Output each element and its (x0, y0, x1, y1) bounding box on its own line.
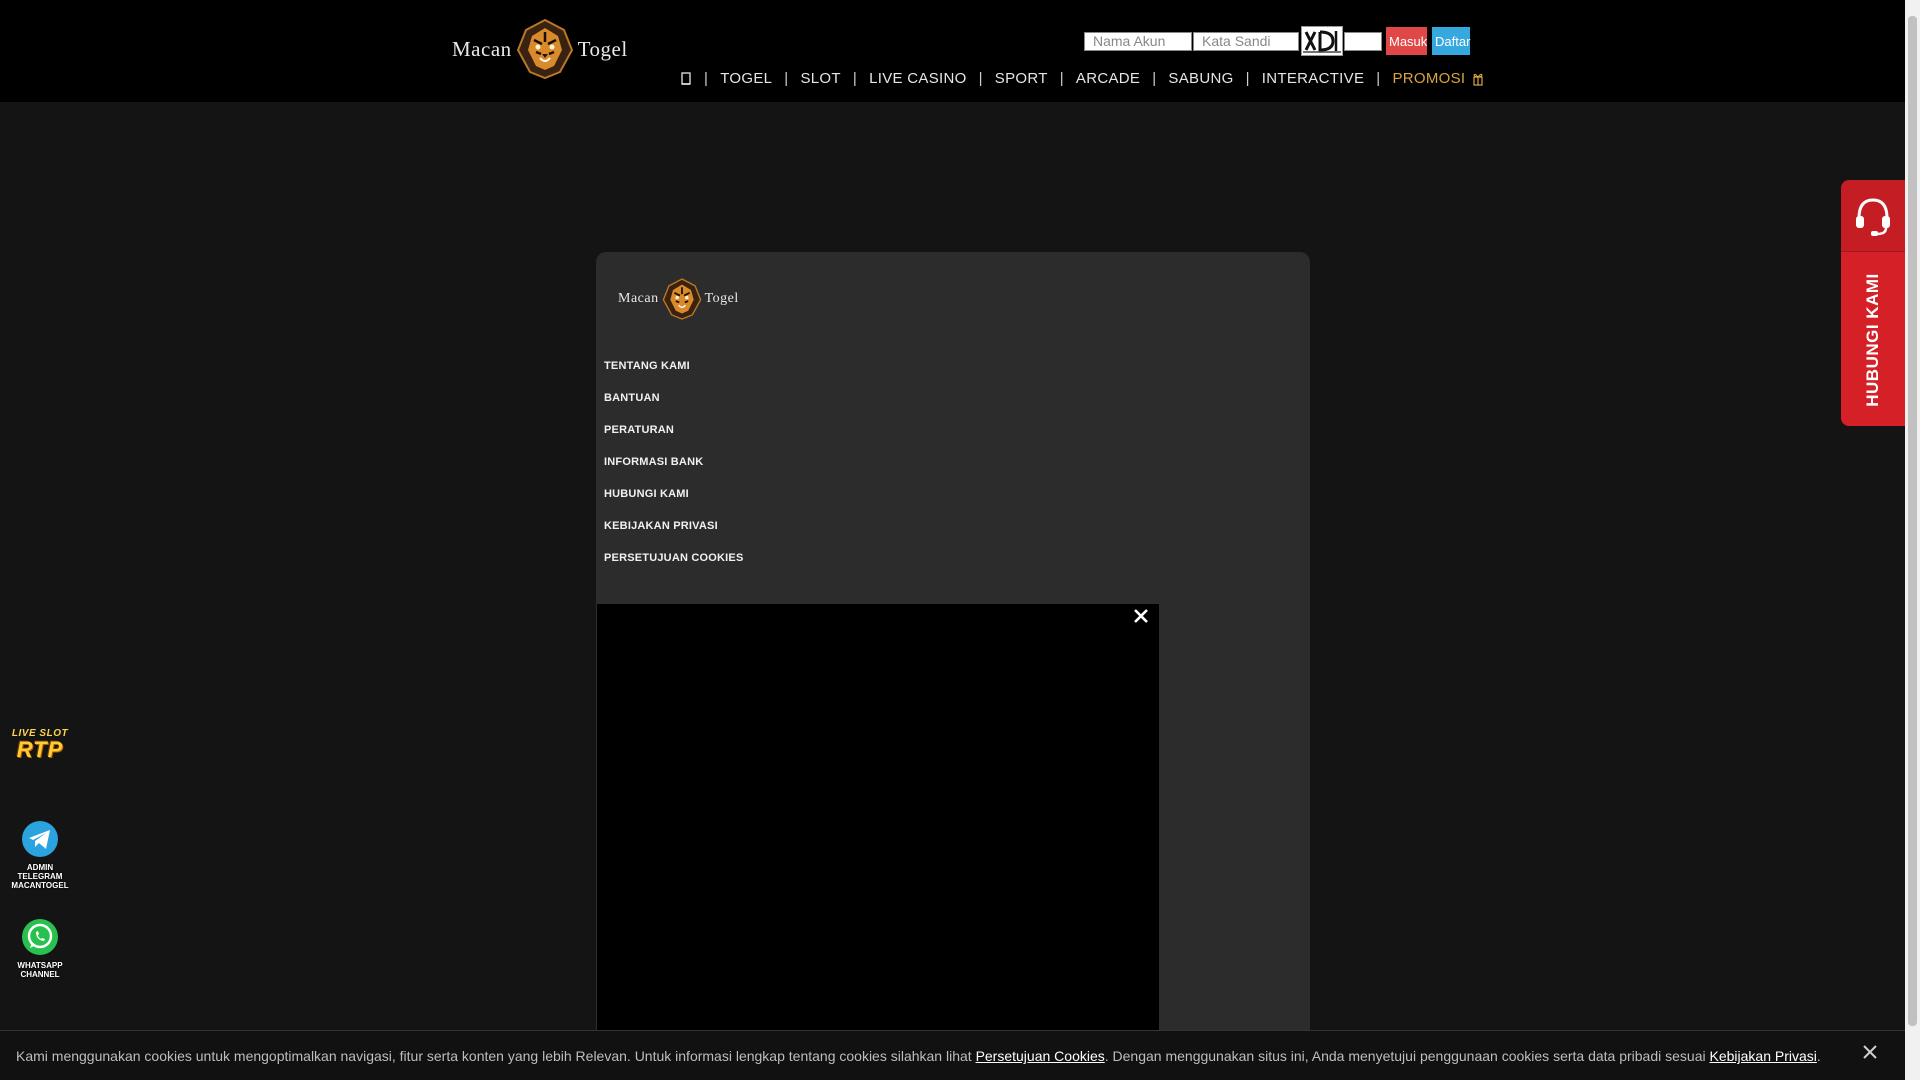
scrollbar-thumb[interactable] (1908, 16, 1917, 1026)
cookie-consent-link[interactable]: Persetujuan Cookies (976, 1048, 1105, 1064)
footer-links: TENTANG KAMI BANTUAN PERATURAN INFORMASI… (604, 358, 744, 582)
tiger-icon (516, 18, 574, 80)
register-button[interactable]: Daftar (1432, 27, 1470, 55)
cookie-text-2: . Dengan menggunakan situs ini, Anda men… (1104, 1048, 1710, 1064)
page-scrollbar[interactable] (1905, 0, 1920, 1080)
telegram-admin-badge[interactable]: ADMIN TELEGRAM MACANTOGEL (8, 820, 72, 890)
nav-sport[interactable]: SPORT (995, 70, 1048, 87)
logo-word-right: Togel (704, 291, 739, 306)
footer-link-informasi-bank[interactable]: INFORMASI BANK (604, 454, 744, 486)
rtp-badge-main: RTP (16, 737, 64, 762)
privacy-policy-link[interactable]: Kebijakan Privasi (1710, 1048, 1817, 1064)
captcha-image (1301, 26, 1343, 56)
contact-label: HUBUNGI KAMI (1863, 273, 1882, 407)
logo-word-left: Macan (452, 36, 512, 61)
telegram-line-2: TELEGRAM (17, 872, 63, 881)
footer-link-hubungi-kami[interactable]: HUBUNGI KAMI (604, 486, 744, 518)
whatsapp-channel-badge[interactable]: WHATSAPP CHANNEL (8, 918, 72, 979)
logo-word-left: Macan (618, 291, 659, 306)
main-nav: | TOGEL | SLOT | LIVE CASINO | SPORT | A… (680, 70, 1484, 87)
nav-separator: | (1059, 70, 1064, 87)
password-input[interactable] (1193, 31, 1299, 51)
nav-separator: | (1152, 70, 1157, 87)
footer-link-kebijakan-privasi[interactable]: KEBIJAKAN PRIVASI (604, 518, 744, 550)
footer-logo[interactable]: Macan Togel (618, 276, 739, 322)
close-icon[interactable] (1129, 604, 1153, 628)
site-header: Macan Togel Ma (0, 0, 1905, 102)
nav-separator: | (852, 70, 858, 87)
nav-separator: | (1376, 70, 1381, 87)
footer-link-bantuan[interactable]: BANTUAN (604, 390, 744, 422)
cookie-banner: Kami menggunakan cookies untuk mengoptim… (0, 1030, 1905, 1080)
telegram-icon (21, 820, 59, 863)
nav-separator: | (704, 70, 709, 87)
nav-live-casino[interactable]: LIVE CASINO (869, 70, 967, 87)
nav-separator: | (1245, 70, 1250, 87)
telegram-line-1: ADMIN (26, 863, 54, 872)
contact-label-area: HUBUNGI KAMI (1841, 252, 1905, 426)
video-popup[interactable] (597, 604, 1159, 1080)
nav-arcade[interactable]: ARCADE (1076, 70, 1140, 87)
cookie-text-1: Kami menggunakan cookies untuk mengoptim… (16, 1048, 976, 1064)
close-icon[interactable] (1859, 1041, 1881, 1063)
nav-separator: | (978, 70, 983, 87)
logo-word-right: Togel (577, 36, 628, 61)
gift-icon[interactable] (1473, 72, 1484, 86)
home-icon[interactable] (680, 71, 692, 86)
headset-icon (1841, 180, 1905, 252)
nav-togel[interactable]: TOGEL (720, 70, 772, 87)
whatsapp-icon (21, 918, 59, 961)
nav-interactive[interactable]: INTERACTIVE (1262, 70, 1364, 87)
contact-sidebar[interactable]: HUBUNGI KAMI (1841, 180, 1905, 426)
whatsapp-line-1: WHATSAPP (17, 961, 63, 970)
site-logo[interactable]: Macan Togel (452, 16, 627, 82)
telegram-line-3: MACANTOGEL (11, 881, 69, 890)
login-button[interactable]: Masuk (1386, 27, 1427, 55)
captcha-input[interactable] (1344, 31, 1382, 51)
username-input[interactable] (1084, 31, 1192, 51)
nav-separator: | (784, 70, 789, 87)
footer-link-tentang-kami[interactable]: TENTANG KAMI (604, 358, 744, 390)
login-form: Masuk Daftar (1084, 26, 1470, 56)
nav-sabung[interactable]: SABUNG (1168, 70, 1233, 87)
cookie-text-3: . (1816, 1048, 1821, 1064)
nav-slot[interactable]: SLOT (800, 70, 840, 87)
nav-promosi[interactable]: PROMOSI (1392, 70, 1465, 87)
whatsapp-line-2: CHANNEL (20, 970, 60, 979)
footer-link-persetujuan-cookies[interactable]: PERSETUJUAN COOKIES (604, 550, 744, 582)
live-slot-rtp-badge[interactable]: LIVE SLOT RTP (8, 728, 72, 761)
tiger-icon (662, 276, 702, 322)
footer-link-peraturan[interactable]: PERATURAN (604, 422, 744, 454)
